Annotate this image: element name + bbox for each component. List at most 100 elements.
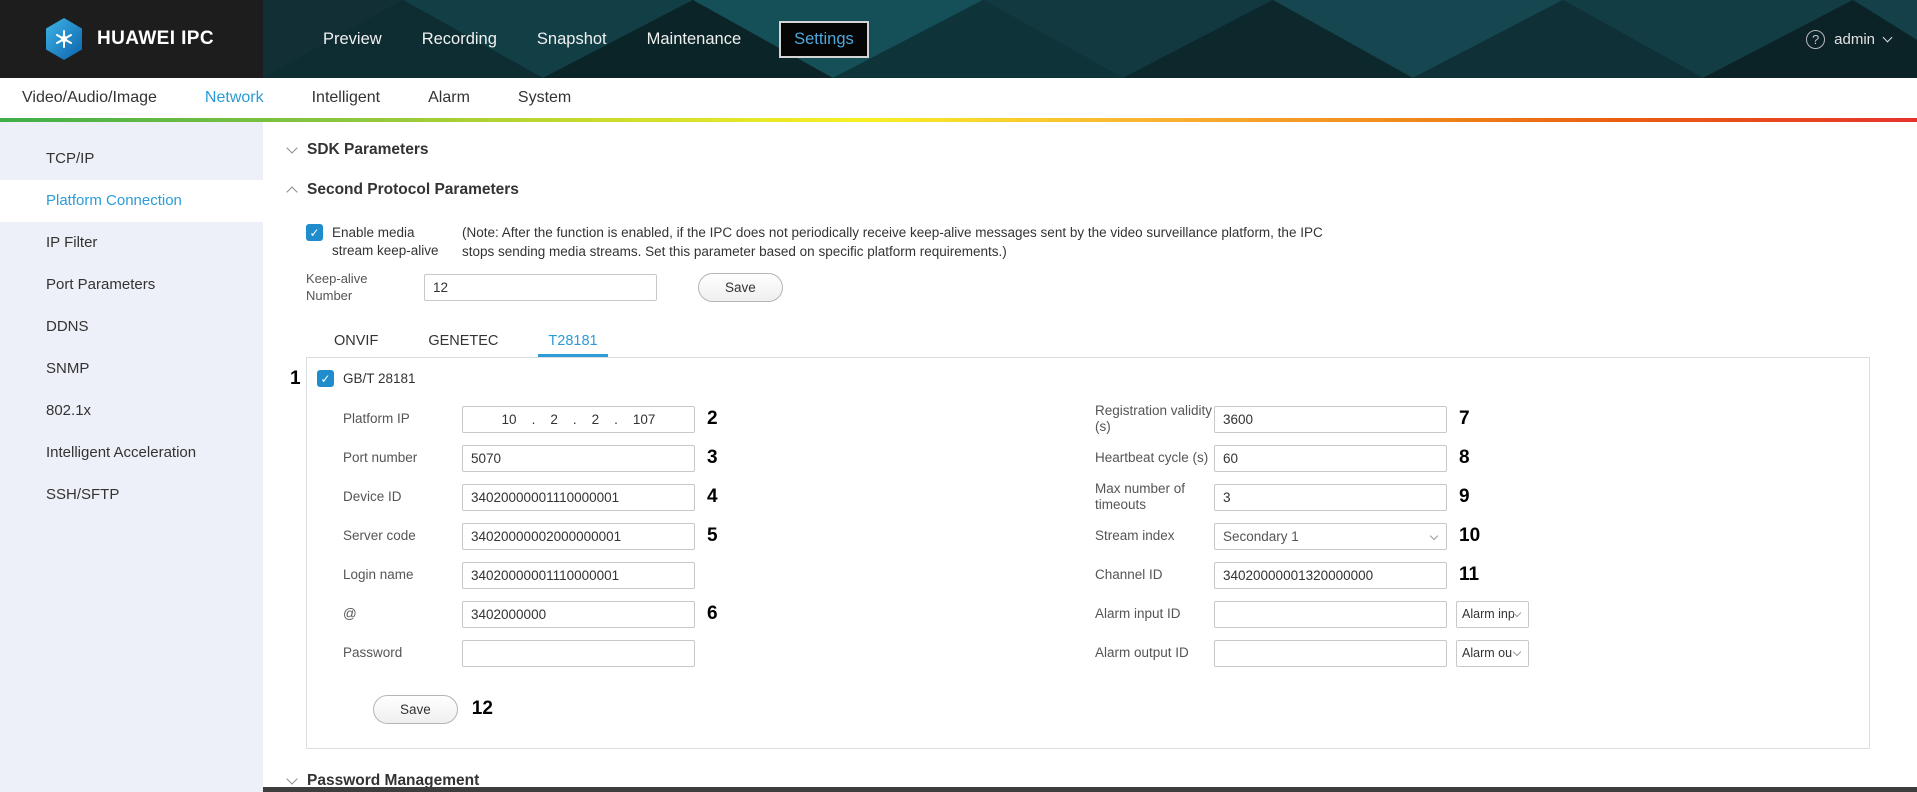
stream-index-select[interactable]: Secondary 1 bbox=[1214, 523, 1447, 550]
nav-settings[interactable]: Settings bbox=[779, 21, 869, 58]
nav-snapshot[interactable]: Snapshot bbox=[535, 22, 609, 57]
sidebar-item-intelligent-acceleration[interactable]: Intelligent Acceleration bbox=[0, 432, 263, 474]
annotation-12: 12 bbox=[472, 698, 493, 720]
alarm-output-id-row: Alarm output ID Alarm ou bbox=[1095, 640, 1529, 667]
topbar: HUAWEI IPC Preview Recording Snapshot Ma… bbox=[0, 0, 1917, 78]
tab-alarm[interactable]: Alarm bbox=[428, 89, 470, 107]
login-name-row: Login name bbox=[343, 562, 1095, 589]
sidebar-item-snmp[interactable]: SNMP bbox=[0, 348, 263, 390]
nav-preview[interactable]: Preview bbox=[321, 22, 384, 57]
help-icon[interactable]: ? bbox=[1806, 30, 1825, 49]
password-input[interactable] bbox=[462, 640, 695, 667]
bottom-divider bbox=[263, 787, 1917, 792]
gbt28181-label: GB/T 28181 bbox=[343, 371, 416, 386]
sidebar-item-ddns[interactable]: DDNS bbox=[0, 306, 263, 348]
annotation-8: 8 bbox=[1459, 447, 1470, 469]
registration-validity-row: Registration validity (s) 7 bbox=[1095, 406, 1529, 433]
device-id-input[interactable] bbox=[462, 484, 695, 511]
t28181-save-button[interactable]: Save bbox=[373, 695, 458, 724]
topbar-right: ? admin bbox=[1806, 0, 1891, 78]
max-timeouts-input[interactable] bbox=[1214, 484, 1447, 511]
annotation-11: 11 bbox=[1459, 564, 1479, 586]
login-name-input[interactable] bbox=[462, 562, 695, 589]
channel-id-label: Channel ID bbox=[1095, 567, 1214, 583]
alarm-input-id-input[interactable] bbox=[1214, 601, 1447, 628]
keepalive-number-label: Keep-alive Number bbox=[306, 271, 376, 305]
ip-separator: . bbox=[573, 412, 577, 427]
tab-intelligent[interactable]: Intelligent bbox=[312, 89, 381, 107]
content: TCP/IP Platform Connection IP Filter Por… bbox=[0, 122, 1917, 792]
stream-index-label: Stream index bbox=[1095, 528, 1214, 544]
server-code-row: Server code 5 bbox=[343, 523, 1095, 550]
server-code-input[interactable] bbox=[462, 523, 695, 550]
chevron-down-icon bbox=[1513, 647, 1521, 655]
sidebar-item-platform-connection[interactable]: Platform Connection bbox=[0, 180, 263, 222]
annotation-9: 9 bbox=[1459, 486, 1470, 508]
section-second-protocol-parameters[interactable]: Second Protocol Parameters bbox=[263, 170, 1917, 210]
at-row: @ 6 bbox=[343, 601, 1095, 628]
alarm-input-dropdown[interactable]: Alarm inp bbox=[1456, 601, 1529, 628]
ip-octet-1[interactable]: 10 bbox=[502, 412, 517, 427]
sidebar-item-ip-filter[interactable]: IP Filter bbox=[0, 222, 263, 264]
user-menu[interactable]: admin bbox=[1834, 31, 1875, 48]
settings-subnav: Video/Audio/Image Network Intelligent Al… bbox=[0, 78, 1917, 118]
alarm-output-id-input[interactable] bbox=[1214, 640, 1447, 667]
max-timeouts-row: Max number of timeouts 9 bbox=[1095, 484, 1529, 511]
main-nav: Preview Recording Snapshot Maintenance S… bbox=[321, 21, 869, 58]
chevron-down-icon bbox=[1883, 32, 1893, 42]
chevron-up-icon bbox=[286, 186, 297, 197]
tab-t28181[interactable]: T28181 bbox=[538, 329, 607, 357]
t28181-form: Platform IP 10 . 2 . 2 . 107 bbox=[317, 406, 1869, 724]
chevron-down-icon bbox=[286, 773, 297, 784]
channel-id-row: Channel ID 11 bbox=[1095, 562, 1529, 589]
protocol-tabs: ONVIF GENETEC T28181 bbox=[324, 329, 1917, 357]
registration-validity-input[interactable] bbox=[1214, 406, 1447, 433]
annotation-4: 4 bbox=[707, 486, 718, 508]
tab-onvif[interactable]: ONVIF bbox=[324, 329, 388, 357]
section-title: Second Protocol Parameters bbox=[307, 181, 519, 199]
port-number-input[interactable] bbox=[462, 445, 695, 472]
ip-octet-2[interactable]: 2 bbox=[550, 412, 558, 427]
tab-network[interactable]: Network bbox=[205, 89, 264, 107]
max-timeouts-label: Max number of timeouts bbox=[1095, 481, 1214, 513]
device-id-label: Device ID bbox=[343, 489, 462, 505]
keepalive-save-button[interactable]: Save bbox=[698, 273, 783, 302]
platform-ip-input[interactable]: 10 . 2 . 2 . 107 bbox=[462, 406, 695, 433]
ip-octet-4[interactable]: 107 bbox=[633, 412, 656, 427]
sidebar-item-8021x[interactable]: 802.1x bbox=[0, 390, 263, 432]
sidebar-item-ssh-sftp[interactable]: SSH/SFTP bbox=[0, 474, 263, 516]
channel-id-input[interactable] bbox=[1214, 562, 1447, 589]
alarm-input-id-label: Alarm input ID bbox=[1095, 606, 1214, 622]
server-code-label: Server code bbox=[343, 528, 462, 544]
ip-octet-3[interactable]: 2 bbox=[592, 412, 600, 427]
stream-index-value: Secondary 1 bbox=[1223, 529, 1299, 544]
nav-recording[interactable]: Recording bbox=[420, 22, 499, 57]
tab-genetec[interactable]: GENETEC bbox=[418, 329, 508, 357]
keepalive-number-input[interactable] bbox=[424, 274, 657, 301]
ip-separator: . bbox=[614, 412, 618, 427]
brand-title: HUAWEI IPC bbox=[97, 28, 214, 50]
at-input[interactable] bbox=[462, 601, 695, 628]
check-icon: ✓ bbox=[320, 373, 330, 385]
annotation-5: 5 bbox=[707, 525, 718, 547]
keepalive-number-row: Keep-alive Number Save bbox=[306, 271, 1917, 305]
enable-keepalive-checkbox[interactable]: ✓ bbox=[306, 224, 323, 241]
tab-system[interactable]: System bbox=[518, 89, 571, 107]
annotation-2: 2 bbox=[707, 408, 718, 430]
tab-video-audio-image[interactable]: Video/Audio/Image bbox=[22, 89, 157, 107]
keepalive-note: (Note: After the function is enabled, if… bbox=[462, 224, 1342, 262]
sidebar-item-tcpip[interactable]: TCP/IP bbox=[0, 138, 263, 180]
second-protocol-body: ✓ Enable media stream keep-alive (Note: … bbox=[306, 224, 1917, 749]
section-sdk-parameters[interactable]: SDK Parameters bbox=[263, 130, 1917, 170]
annotation-1: 1 bbox=[290, 368, 301, 390]
nav-maintenance[interactable]: Maintenance bbox=[645, 22, 743, 57]
heartbeat-cycle-input[interactable] bbox=[1214, 445, 1447, 472]
platform-ip-label: Platform IP bbox=[343, 411, 462, 427]
sidebar-item-port-parameters[interactable]: Port Parameters bbox=[0, 264, 263, 306]
chevron-down-icon bbox=[1513, 608, 1521, 616]
gbt28181-checkbox[interactable]: ✓ bbox=[317, 370, 334, 387]
sidebar: TCP/IP Platform Connection IP Filter Por… bbox=[0, 122, 263, 792]
password-label: Password bbox=[343, 645, 462, 661]
alarm-output-dropdown[interactable]: Alarm ou bbox=[1456, 640, 1529, 667]
alarm-input-dropdown-value: Alarm inp bbox=[1462, 607, 1514, 621]
